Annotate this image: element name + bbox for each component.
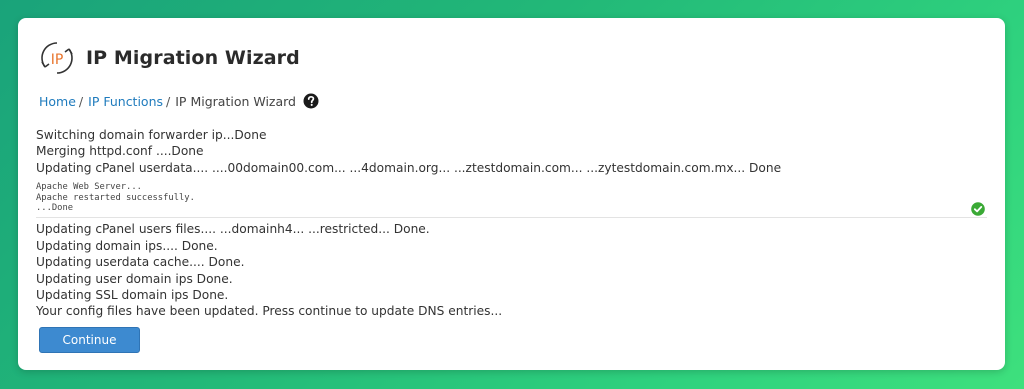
ip-migration-logo-icon: IP bbox=[41, 42, 73, 74]
question-circle-icon[interactable] bbox=[303, 93, 319, 109]
breadcrumb-separator: / bbox=[78, 93, 84, 109]
log-line: Your config files have been updated. Pre… bbox=[36, 304, 503, 319]
apache-restart-output: Apache Web Server... Apache restarted su… bbox=[36, 180, 987, 219]
log-line: Merging httpd.conf ....Done bbox=[36, 144, 204, 159]
breadcrumb-ip-functions-link[interactable]: IP Functions bbox=[88, 94, 163, 109]
apache-output-line: ...Done bbox=[36, 203, 74, 214]
apache-output-line: Apache Web Server... bbox=[36, 182, 142, 193]
breadcrumb-home-link[interactable]: Home bbox=[39, 94, 76, 109]
check-circle-icon bbox=[971, 202, 985, 217]
log-line: Switching domain forwarder ip...Done bbox=[36, 128, 267, 142]
log-line: Updating SSL domain ips Done. bbox=[36, 288, 229, 303]
log-line: Updating cPanel users files.... ...domai… bbox=[36, 222, 430, 237]
log-line: Updating user domain ips Done. bbox=[36, 271, 233, 286]
breadcrumb: Home / IP Functions / IP Migration Wizar… bbox=[39, 93, 319, 109]
page-header: IP IP Migration Wizard bbox=[38, 36, 300, 80]
continue-button[interactable]: Continue bbox=[39, 327, 140, 353]
page-title: IP Migration Wizard bbox=[86, 47, 300, 69]
migration-log: Switching domain forwarder ip...Done Mer… bbox=[36, 127, 987, 320]
breadcrumb-current: IP Migration Wizard bbox=[175, 93, 296, 109]
log-line: Updating userdata cache.... Done. bbox=[36, 255, 245, 270]
main-panel: IP IP Migration Wizard Home / IP Functio… bbox=[18, 18, 1005, 370]
breadcrumb-separator: / bbox=[166, 93, 171, 109]
log-line: Updating cPanel userdata.... ....00domai… bbox=[36, 160, 782, 175]
apache-output-line: Apache restarted successfully. bbox=[36, 192, 195, 203]
logo-text: IP bbox=[51, 52, 64, 68]
log-line: Updating domain ips.... Done. bbox=[36, 238, 218, 253]
